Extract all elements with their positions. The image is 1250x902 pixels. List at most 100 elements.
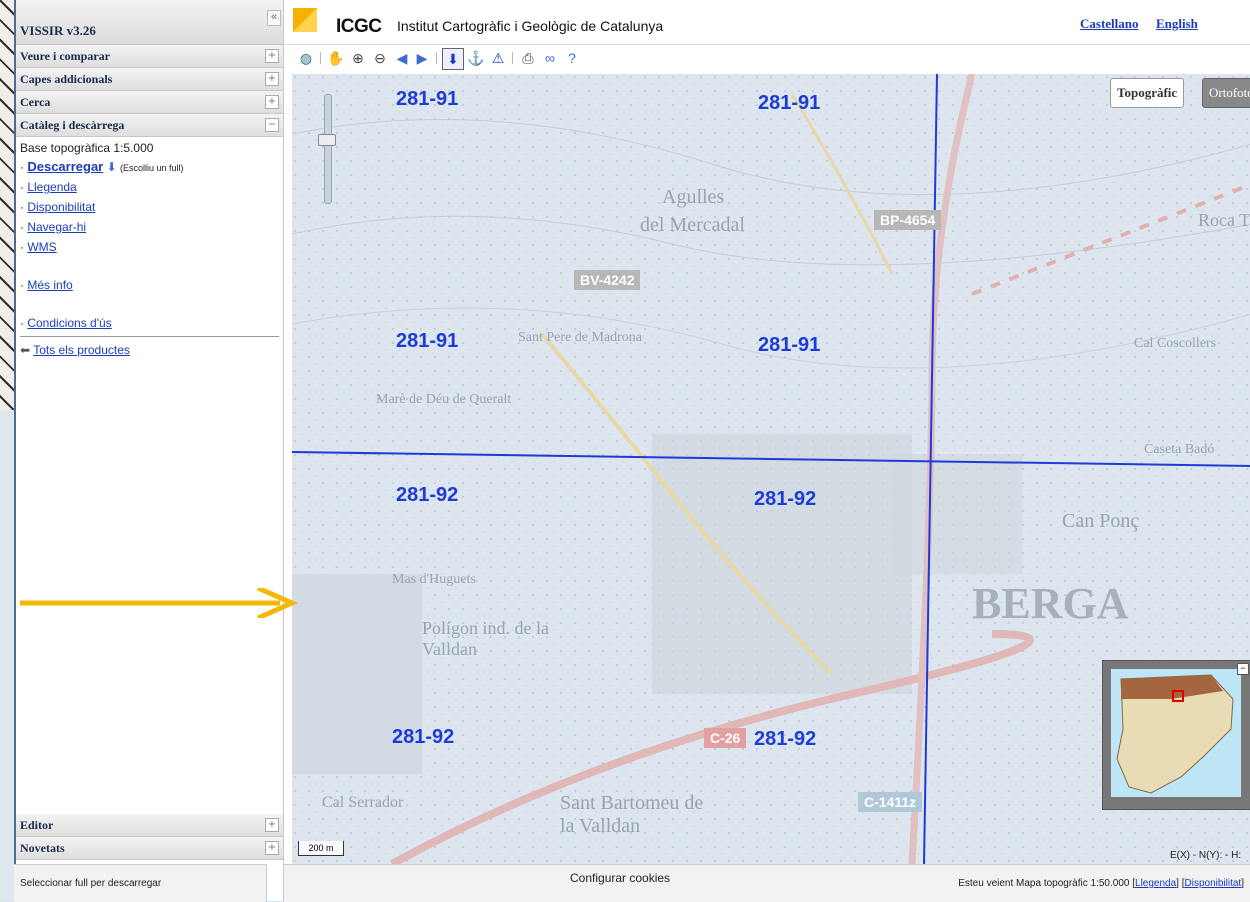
availability-link[interactable]: Disponibilitat	[27, 200, 95, 214]
expand-icon[interactable]: +	[265, 49, 279, 63]
wms-row: · WMS	[20, 240, 57, 254]
sheet-label: 281-92	[754, 728, 817, 750]
toolbar-separator	[512, 52, 513, 64]
collapse-sidebar-button[interactable]: «	[267, 10, 281, 26]
all-products-row: ⬅ Tots els productes	[20, 343, 279, 357]
more-info-link[interactable]: Més info	[27, 278, 72, 292]
download-row: · Descarregar ⬇ (Escolliu un full)	[20, 159, 184, 174]
place-label: Cal Coscollers	[1134, 336, 1217, 351]
section-editor[interactable]: Editor +	[16, 814, 283, 837]
status-legend-link[interactable]: Llegenda	[1135, 878, 1176, 889]
terms-link[interactable]: Condicions d'ús	[27, 316, 111, 330]
help-icon[interactable]: ?	[562, 48, 582, 68]
more-info-row: · Més info	[20, 278, 73, 292]
logo-text: ICGC	[336, 16, 382, 37]
status-bar: Configurar cookies Esteu veient Mapa top…	[284, 864, 1250, 902]
road-label: C-1411z	[858, 792, 923, 812]
expand-icon[interactable]: +	[265, 818, 279, 832]
download-sheet-icon[interactable]: ⬇	[442, 48, 464, 70]
overview-map[interactable]: −	[1102, 660, 1250, 810]
legend-link[interactable]: Llegenda	[27, 180, 76, 194]
section-veure-i-comparar[interactable]: Veure i comparar +	[16, 45, 283, 68]
status-map-label: Esteu veient Mapa topogràfic 1:50.000	[958, 878, 1130, 889]
section-label: Capes addicionals	[20, 72, 113, 86]
place-label: Mas d'Huguets	[392, 572, 476, 587]
divider	[20, 336, 279, 337]
link-icon[interactable]: ∞	[540, 48, 560, 68]
terms-row: · Condicions d'ús	[20, 316, 112, 330]
sidebar-bottom: Editor + Novetats +	[16, 814, 283, 860]
place-label: Marè de Déu de Queralt	[376, 392, 512, 407]
road-label: BP-4654	[874, 210, 942, 230]
toolbar-separator	[436, 52, 437, 64]
section-novetats[interactable]: Novetats +	[16, 837, 283, 860]
anchor-icon[interactable]: ⚓	[466, 48, 486, 68]
legend-row: · Llegenda	[20, 180, 77, 194]
wms-link[interactable]: WMS	[27, 240, 56, 254]
status-message: Seleccionar full per descarregar	[20, 878, 162, 889]
lang-english-link[interactable]: English	[1156, 16, 1198, 32]
configure-cookies-link[interactable]: Configurar cookies	[570, 871, 670, 885]
toolbar-separator	[320, 52, 321, 64]
coordinates-readout: E(X) - N(Y): - H:	[1170, 850, 1242, 861]
section-label: Novetats	[20, 841, 65, 855]
place-label: Sant Bartomeu de la Valldan	[560, 792, 704, 837]
topographic-base-button[interactable]: Topogràfic	[1110, 78, 1185, 108]
sheet-label: 281-92	[754, 488, 817, 510]
place-label: Sant Pere de Madrona	[518, 330, 643, 345]
availability-row: · Disponibilitat	[20, 200, 96, 214]
section-cataleg-i-descarrega[interactable]: Catàleg i descàrrega −	[16, 114, 283, 137]
back-view-icon[interactable]: ◀	[392, 48, 412, 68]
place-label: Can Ponç	[1062, 510, 1140, 532]
expand-icon[interactable]: +	[265, 841, 279, 855]
place-label: Roca T	[1198, 210, 1250, 230]
expand-icon[interactable]: +	[265, 95, 279, 109]
pan-hand-icon[interactable]: ✋	[326, 48, 346, 68]
all-products-link[interactable]: Tots els productes	[33, 343, 130, 357]
sheet-label: 281-92	[392, 726, 455, 748]
section-label: Cerca	[20, 95, 51, 109]
scale-bar: 200 m	[298, 841, 344, 856]
navigate-link[interactable]: Navegar-hi	[27, 220, 86, 234]
section-label: Catàleg i descàrrega	[20, 118, 125, 132]
print-icon[interactable]: ⎙	[518, 48, 538, 68]
zoom-out-icon[interactable]: ⊖	[370, 48, 390, 68]
section-cerca[interactable]: Cerca +	[16, 91, 283, 114]
sheet-label: 281-91	[758, 334, 821, 356]
overview-minimize-button[interactable]: −	[1237, 663, 1249, 675]
status-availability-link[interactable]: Disponibilitat	[1185, 878, 1242, 889]
product-title: Base topogràfica 1:5.000	[20, 141, 154, 155]
sidebar: VISSIR v3.26 « Veure i comparar + Capes a…	[16, 0, 284, 901]
road-label: C-26	[704, 728, 747, 748]
collapse-icon[interactable]: −	[265, 118, 279, 132]
sheet-label: 281-92	[396, 484, 459, 506]
expand-icon[interactable]: +	[265, 72, 279, 86]
forward-view-icon[interactable]: ▶	[412, 48, 432, 68]
sheet-label: 281-91	[396, 330, 459, 352]
zoom-slider-track[interactable]	[324, 94, 332, 204]
orthophoto-base-button[interactable]: Ortofoto	[1202, 78, 1250, 108]
download-arrow-icon: ⬇	[106, 160, 117, 174]
place-label: BERGA	[972, 579, 1129, 628]
overview-map-image	[1111, 669, 1241, 797]
section-capes-addicionals[interactable]: Capes addicionals +	[16, 68, 283, 91]
place-label: Polígon ind. de la Valldan	[422, 618, 549, 659]
annotation-arrow-icon	[20, 588, 299, 618]
map-view[interactable]: 281-91 281-91 281-91 281-91 281-92 281-9…	[292, 74, 1250, 864]
place-label: Cal Serrador	[322, 794, 404, 811]
download-link[interactable]: Descarregar	[27, 159, 103, 174]
zoom-in-icon[interactable]: ⊕	[348, 48, 368, 68]
globe-icon[interactable]: ◍	[296, 48, 316, 68]
navigate-row: · Navegar-hi	[20, 220, 87, 234]
place-label: Agulles	[662, 186, 725, 208]
vissir-window: VISSIR v3.26 « Veure i comparar + Capes a…	[14, 0, 1250, 902]
sheet-label: 281-91	[396, 88, 459, 110]
sidebar-header: VISSIR v3.26 «	[16, 0, 283, 45]
lang-castellano-link[interactable]: Castellano	[1080, 16, 1139, 32]
section-label: Editor	[20, 818, 54, 832]
zoom-slider-handle[interactable]	[318, 134, 336, 146]
app-title: VISSIR v3.26	[20, 23, 96, 38]
warning-icon[interactable]: ⚠	[488, 48, 508, 68]
